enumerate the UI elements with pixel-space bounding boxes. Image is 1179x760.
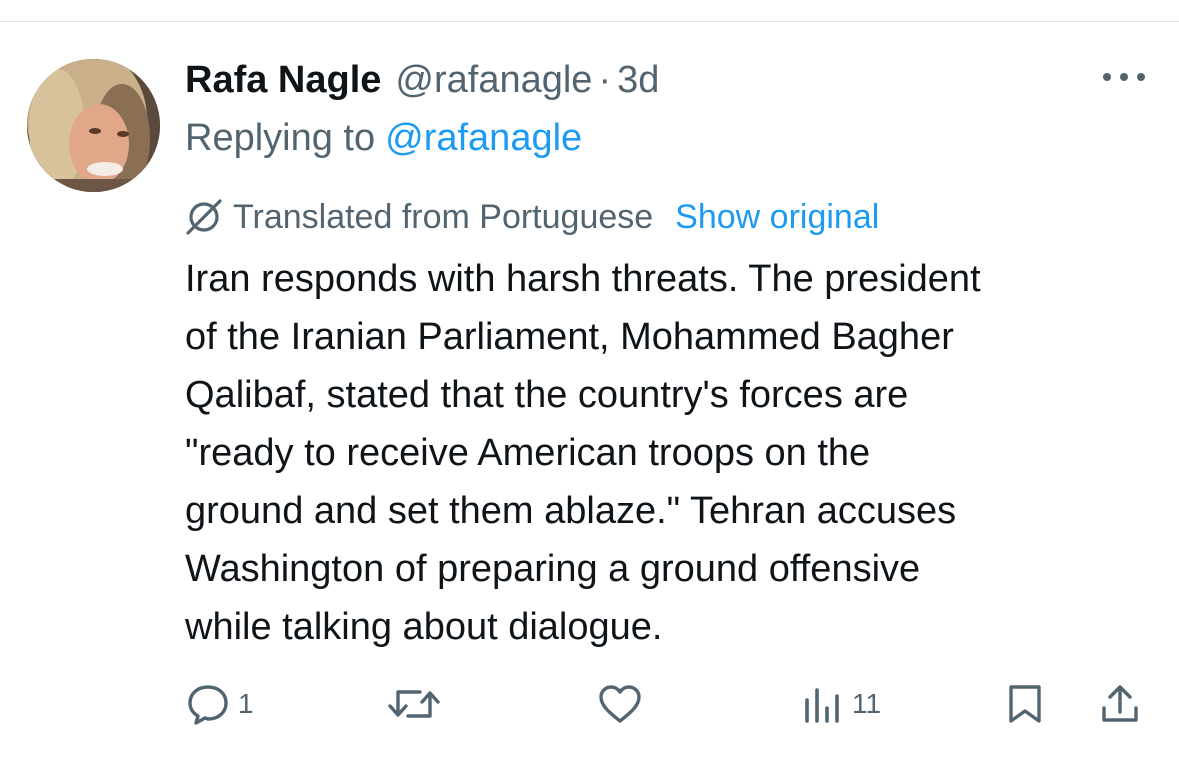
- action-bar: 1 11: [0, 676, 1179, 732]
- show-original-link[interactable]: Show original: [675, 198, 879, 237]
- like-button[interactable]: [596, 676, 644, 732]
- reply-button[interactable]: 1: [186, 676, 254, 732]
- tweet-header: Rafa Nagle @rafanagle · 3d: [185, 52, 659, 108]
- views-count: 11: [852, 688, 882, 719]
- heart-icon: [596, 682, 644, 726]
- repost-button[interactable]: [386, 676, 442, 732]
- views-button[interactable]: 11: [800, 676, 881, 732]
- share-icon: [1098, 682, 1142, 726]
- replying-to-label: Replying to: [185, 116, 376, 159]
- tweet-text-line: of the Iranian Parliament, Mohammed Bagh…: [185, 316, 954, 358]
- tweet-text-line: "ready to receive American troops on the: [185, 432, 871, 474]
- replying-to-mention[interactable]: @rafanagle: [385, 117, 582, 160]
- tweet-text-line: while talking about dialogue.: [185, 606, 663, 648]
- translation-bar: Translated from Portuguese Show original: [183, 192, 879, 242]
- speech-bubble-icon: [186, 682, 230, 726]
- bar-chart-icon: [800, 682, 844, 726]
- translated-label: Translated from Portuguese: [233, 197, 654, 236]
- tweet-text-line: ground and set them ablaze." Tehran accu…: [185, 490, 957, 532]
- globe-icon: [183, 196, 225, 238]
- top-divider: [0, 21, 1179, 22]
- repost-icon: [386, 682, 442, 726]
- user-handle[interactable]: @rafanagle: [395, 59, 592, 102]
- bookmark-button[interactable]: [1003, 676, 1047, 732]
- share-button[interactable]: [1098, 676, 1142, 732]
- tweet-text-line: Washington of preparing a ground offensi…: [185, 548, 921, 590]
- more-options-button[interactable]: [1100, 62, 1148, 92]
- reply-count: 1: [238, 688, 254, 719]
- replying-to-line: Replying to @rafanagle: [185, 112, 582, 164]
- tweet-text-line: Qalibaf, stated that the country's force…: [185, 374, 909, 416]
- more-horizontal-icon: [1101, 71, 1147, 83]
- display-name[interactable]: Rafa Nagle: [185, 59, 381, 102]
- bookmark-icon: [1003, 682, 1047, 726]
- tweet-text-line: Iran responds with harsh threats. The pr…: [185, 258, 981, 300]
- timestamp[interactable]: 3d: [617, 59, 659, 102]
- avatar[interactable]: [27, 59, 160, 192]
- separator-dot: ·: [598, 58, 612, 101]
- avatar-photo: [27, 59, 160, 192]
- tweet-body: Iran responds with harsh threats. The pr…: [185, 250, 1160, 656]
